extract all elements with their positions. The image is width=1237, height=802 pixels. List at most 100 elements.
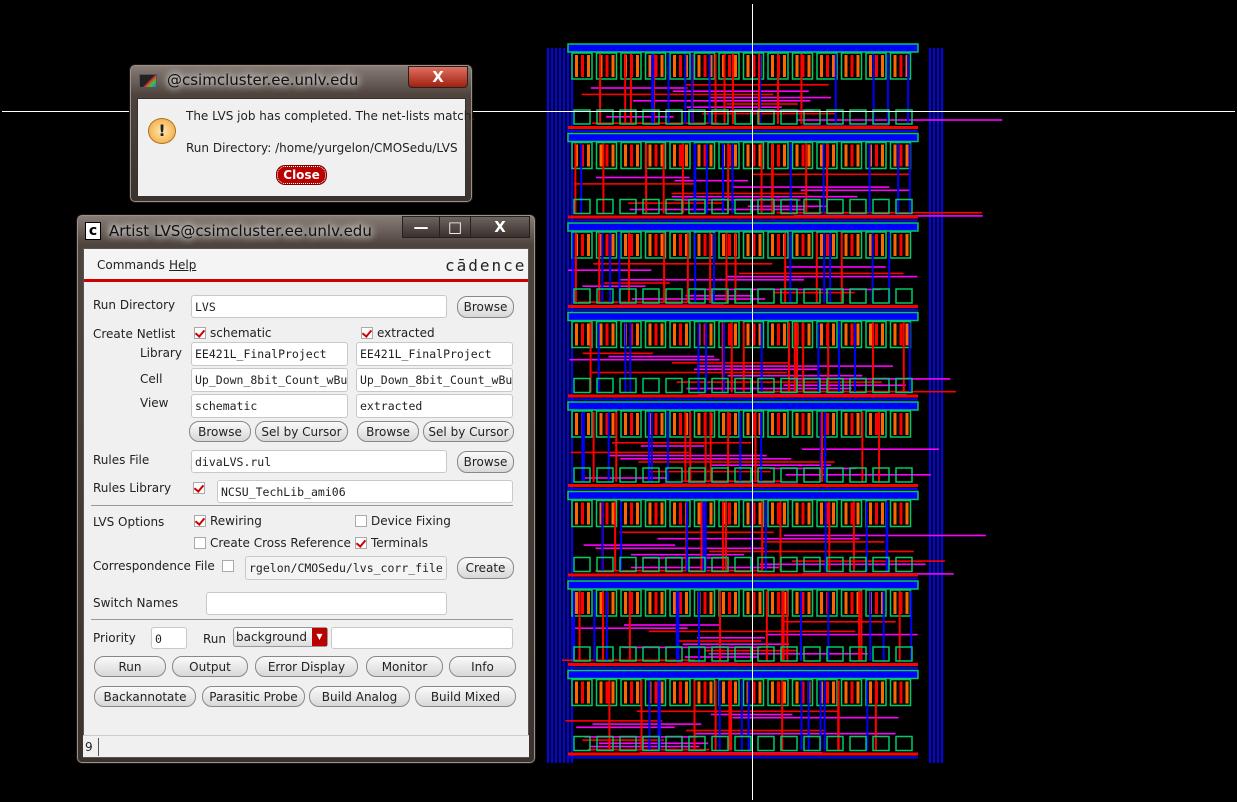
- run-button[interactable]: Run: [94, 656, 166, 677]
- nmos-active: [895, 735, 913, 752]
- metal2-wire: [686, 106, 782, 108]
- poly-finger: [703, 592, 707, 614]
- poly-finger: [875, 502, 878, 525]
- poly-finger: [820, 234, 823, 256]
- poly-finger: [881, 55, 884, 77]
- poly-finger: [826, 55, 829, 77]
- metal1-wire: [555, 48, 557, 763]
- metal2-wire: [786, 266, 886, 268]
- poly-finger: [654, 502, 658, 525]
- run-directory-browse-button[interactable]: Browse: [457, 296, 514, 318]
- monitor-button[interactable]: Monitor: [366, 656, 443, 677]
- close-window-button[interactable]: X: [470, 216, 530, 238]
- build-mixed-button[interactable]: Build Mixed: [415, 686, 516, 707]
- priority-input[interactable]: 0: [151, 627, 187, 649]
- minimize-button[interactable]: —: [402, 216, 440, 238]
- via-wire: [784, 233, 787, 303]
- extracted-checkbox[interactable]: [361, 327, 373, 339]
- poly-finger: [893, 144, 897, 167]
- extracted-cell-input[interactable]: Up_Down_8bit_Count_wBu: [356, 368, 513, 392]
- poly-finger: [856, 144, 860, 167]
- rewiring-checkbox[interactable]: [194, 515, 206, 527]
- poly-finger: [679, 55, 682, 77]
- poly-finger: [673, 681, 676, 704]
- poly-finger: [875, 592, 878, 614]
- output-button[interactable]: Output: [172, 656, 248, 677]
- schematic-sel-by-cursor-button[interactable]: Sel by Cursor: [255, 421, 348, 442]
- error-display-button[interactable]: Error Display: [255, 656, 358, 677]
- correspondence-checkbox[interactable]: [222, 560, 234, 572]
- menu-commands[interactable]: Commands: [97, 258, 165, 272]
- nmos-active: [711, 198, 729, 215]
- run-extra-input[interactable]: [331, 627, 513, 649]
- schematic-cell-input[interactable]: Up_Down_8bit_Count_wBu: [191, 368, 348, 392]
- poly-finger: [575, 502, 578, 525]
- dialog-title: @csimcluster.ee.unlv.edu: [167, 71, 359, 89]
- nmos-active: [688, 646, 706, 662]
- poly-finger: [648, 592, 652, 614]
- via-wire: [861, 412, 864, 482]
- poly-finger: [771, 592, 774, 614]
- run-directory-input[interactable]: LVS: [191, 295, 447, 318]
- rules-library-checkbox[interactable]: [193, 482, 205, 494]
- metal2-wire: [694, 732, 896, 735]
- menu-help[interactable]: Help: [169, 258, 196, 272]
- poly-finger: [783, 502, 786, 525]
- gnd-rail: [568, 394, 918, 398]
- nmos-active: [803, 109, 821, 125]
- run-mode-select[interactable]: background ▼: [233, 627, 328, 647]
- via-wire: [700, 501, 703, 572]
- poly-finger: [881, 502, 884, 525]
- nmos-active: [688, 556, 706, 573]
- schematic-checkbox[interactable]: [194, 327, 206, 339]
- extracted-library-input[interactable]: EE421L_FinalProject: [356, 342, 513, 366]
- metal2-wire: [732, 186, 890, 188]
- rules-library-input[interactable]: NCSU_TechLib_ami06: [217, 480, 513, 503]
- extracted-view-input[interactable]: extracted: [356, 394, 513, 418]
- close-window-button[interactable]: X: [408, 66, 468, 88]
- create-button[interactable]: Create: [457, 557, 514, 579]
- switch-names-input[interactable]: [206, 592, 447, 615]
- poly-finger: [654, 234, 658, 256]
- maximize-button[interactable]: □: [439, 216, 471, 238]
- info-button[interactable]: Info: [449, 656, 516, 677]
- via-wire: [723, 54, 726, 124]
- nmos-active: [849, 109, 867, 125]
- poly-finger: [599, 681, 603, 704]
- build-analog-button[interactable]: Build Analog: [309, 686, 410, 707]
- poly-finger: [807, 413, 811, 435]
- chevron-down-icon: ▼: [312, 628, 327, 646]
- via-wire: [860, 591, 863, 661]
- via-wire: [789, 233, 792, 303]
- via-wire: [878, 412, 881, 482]
- via-wire: [581, 412, 584, 482]
- schematic-view-input[interactable]: schematic: [191, 394, 348, 418]
- poly-finger: [581, 592, 584, 614]
- via-wire: [834, 54, 837, 124]
- schematic-browse-button[interactable]: Browse: [189, 421, 251, 442]
- device-fixing-checkbox[interactable]: [355, 515, 367, 527]
- backannotate-button[interactable]: Backannotate: [94, 686, 196, 707]
- terminals-checkbox[interactable]: [355, 537, 367, 549]
- parasitic-probe-button[interactable]: Parasitic Probe: [202, 686, 305, 707]
- correspondence-file-input[interactable]: rgelon/CMOSedu/lvs_corr_file: [245, 556, 447, 580]
- nmos-active: [711, 467, 729, 483]
- rules-file-browse-button[interactable]: Browse: [457, 451, 514, 473]
- schematic-library-input[interactable]: EE421L_FinalProject: [191, 342, 348, 366]
- poly-finger: [844, 144, 848, 167]
- nmos-active: [826, 735, 844, 752]
- poly-finger: [875, 234, 878, 256]
- poly-finger: [844, 323, 848, 346]
- extracted-sel-by-cursor-button[interactable]: Sel by Cursor: [423, 421, 514, 442]
- poly-finger: [581, 502, 584, 525]
- poly-finger: [881, 413, 884, 435]
- cross-reference-checkbox[interactable]: [194, 537, 206, 549]
- poly-finger: [605, 234, 609, 256]
- rules-file-input[interactable]: divaLVS.rul: [191, 450, 447, 473]
- poly-finger: [826, 234, 829, 256]
- nmos-active: [642, 556, 660, 573]
- extracted-browse-button[interactable]: Browse: [357, 421, 419, 442]
- close-button[interactable]: Close: [277, 166, 326, 184]
- via-wire: [597, 322, 600, 393]
- poly-finger: [844, 502, 848, 525]
